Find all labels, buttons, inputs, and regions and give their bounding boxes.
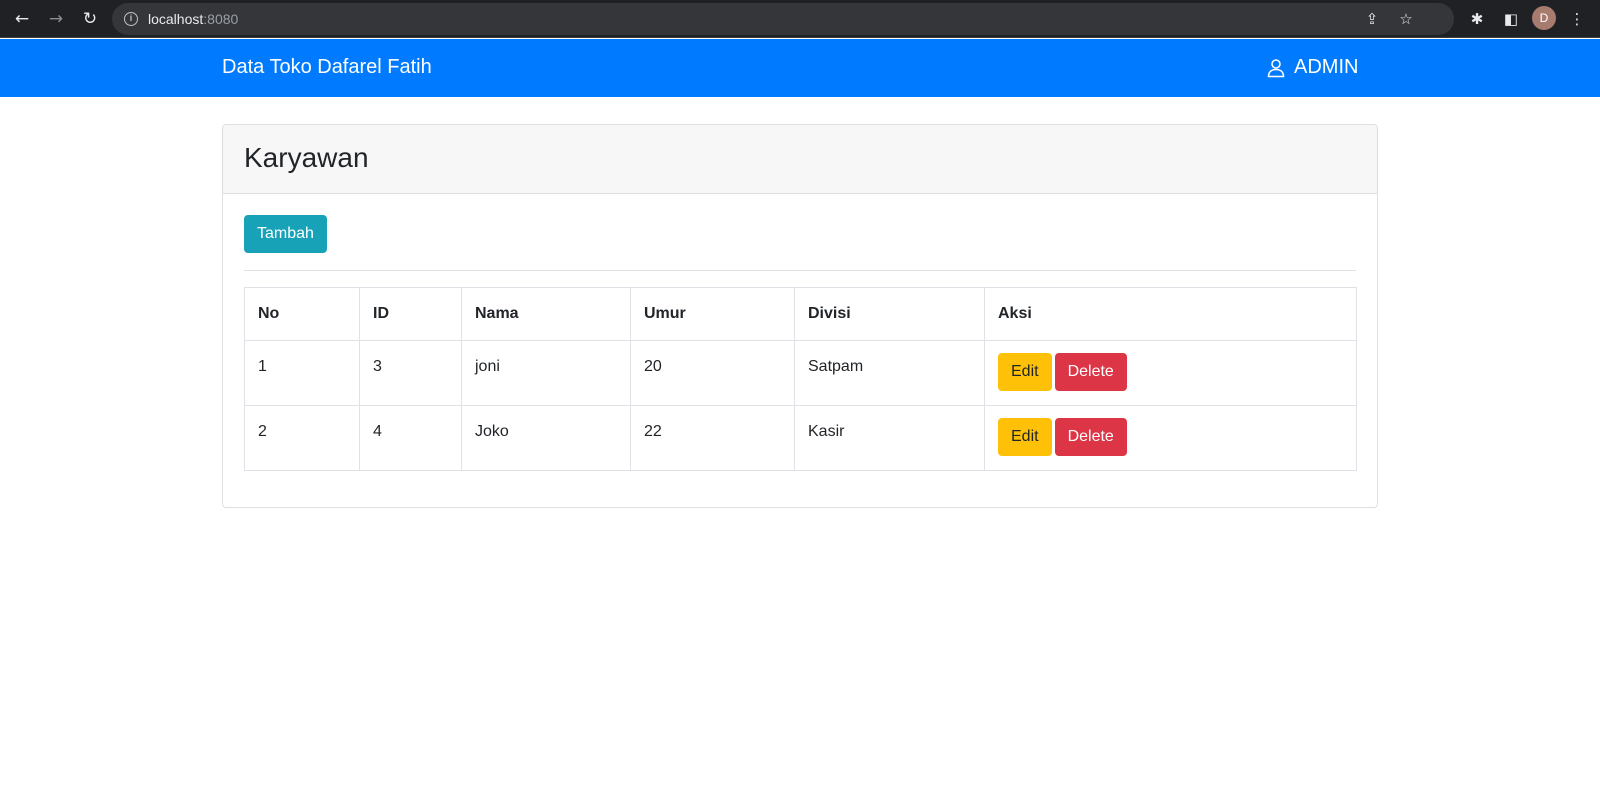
table-row: 1 3 joni 20 Satpam Edit Delete xyxy=(244,340,1357,406)
cell-divisi: Satpam xyxy=(794,340,985,406)
site-info-icon[interactable]: i xyxy=(124,12,138,26)
bookmark-star-icon[interactable]: ☆ xyxy=(1396,9,1416,29)
forward-arrow-icon[interactable]: → xyxy=(44,7,68,31)
card-header: Karyawan xyxy=(223,125,1377,194)
table-row: 2 4 Joko 22 Kasir Edit Delete xyxy=(244,405,1357,471)
browser-toolbar: ← → ↻ i localhost:8080 ⇪ ☆ ✱ ◧ D ⋮ xyxy=(0,0,1600,38)
reload-icon[interactable]: ↻ xyxy=(78,7,102,31)
user-label: ADMIN xyxy=(1294,56,1359,78)
add-button[interactable]: Tambah xyxy=(244,215,327,253)
cell-id: 3 xyxy=(359,340,462,406)
cell-umur: 22 xyxy=(630,405,795,471)
cell-actions: Edit Delete xyxy=(984,405,1357,471)
url-host: localhost xyxy=(148,11,204,27)
url-port: :8080 xyxy=(203,11,239,27)
delete-button[interactable]: Delete xyxy=(1054,353,1127,391)
cell-actions: Edit Delete xyxy=(984,340,1357,406)
card-body: Tambah No ID Nama Umur Divisi Aksi 1 3 j… xyxy=(223,194,1377,492)
extensions-puzzle-icon[interactable]: ✱ xyxy=(1466,8,1488,30)
column-header-no: No xyxy=(244,287,360,341)
column-header-umur: Umur xyxy=(630,287,795,341)
share-icon[interactable]: ⇪ xyxy=(1362,9,1382,29)
user-menu[interactable]: ADMIN xyxy=(1266,56,1358,79)
delete-button[interactable]: Delete xyxy=(1054,418,1127,456)
cell-no: 2 xyxy=(244,405,360,471)
column-header-divisi: Divisi xyxy=(794,287,985,341)
column-header-nama: Nama xyxy=(461,287,631,341)
address-bar[interactable]: i localhost:8080 ⇪ ☆ xyxy=(112,3,1454,35)
side-panel-icon[interactable]: ◧ xyxy=(1500,8,1522,30)
column-header-id: ID xyxy=(359,287,462,341)
more-menu-icon[interactable]: ⋮ xyxy=(1566,8,1588,30)
cell-no: 1 xyxy=(244,340,360,406)
top-navbar: Data Toko Dafarel Fatih ADMIN xyxy=(0,39,1600,97)
page-title: Karyawan xyxy=(244,142,369,173)
employee-table: No ID Nama Umur Divisi Aksi 1 3 joni 20 … xyxy=(244,287,1357,471)
table-header-row: No ID Nama Umur Divisi Aksi xyxy=(244,287,1357,341)
employee-card: Karyawan Tambah No ID Nama Umur Divisi A… xyxy=(222,124,1378,508)
edit-button[interactable]: Edit xyxy=(998,353,1052,391)
cell-id: 4 xyxy=(359,405,462,471)
column-header-aksi: Aksi xyxy=(984,287,1357,341)
back-arrow-icon[interactable]: ← xyxy=(10,7,34,31)
user-icon xyxy=(1267,58,1285,77)
profile-avatar[interactable]: D xyxy=(1532,6,1556,30)
cell-nama: joni xyxy=(461,340,631,406)
cell-divisi: Kasir xyxy=(794,405,985,471)
edit-button[interactable]: Edit xyxy=(998,418,1052,456)
cell-nama: Joko xyxy=(461,405,631,471)
navbar-brand[interactable]: Data Toko Dafarel Fatih xyxy=(222,56,432,79)
cell-umur: 20 xyxy=(630,340,795,406)
url-text[interactable]: localhost:8080 xyxy=(148,11,238,27)
divider xyxy=(244,270,1356,271)
